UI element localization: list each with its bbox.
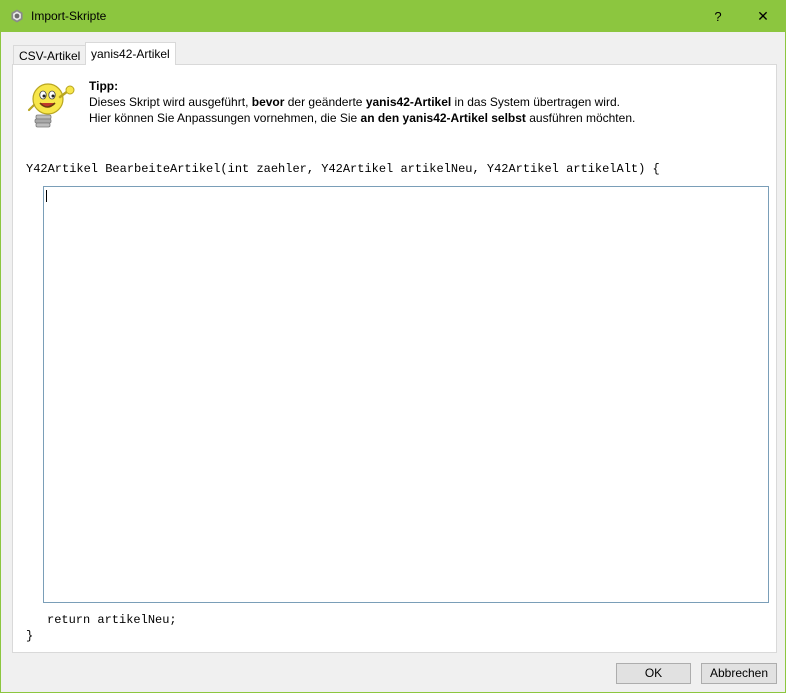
gear-icon [11,9,23,23]
script-editor[interactable] [43,186,769,603]
cancel-button[interactable]: Abbrechen [701,663,777,684]
title-bar[interactable]: Import-Skripte ? ✕ [1,1,785,32]
tip-text-line-2: Hier können Sie Anpassungen vornehmen, d… [89,111,636,125]
lightbulb-mascot-icon [27,83,75,128]
method-signature: Y42Artikel BearbeiteArtikel(int zaehler,… [26,162,660,176]
window-title: Import-Skripte [31,9,107,23]
tab-csv-artikel[interactable]: CSV-Artikel [13,45,87,66]
tab-yanis42-artikel[interactable]: yanis42-Artikel [85,42,176,65]
text-caret [46,190,47,202]
return-statement: return artikelNeu; [47,613,177,627]
tip-text-line-1: Dieses Skript wird ausgeführt, bevor der… [89,95,620,109]
close-button[interactable]: ✕ [746,1,780,32]
import-skripte-dialog: Import-Skripte ? ✕ CSV-Artikel yanis42-A… [0,0,786,693]
tab-panel-yanis42-artikel: Tipp: Dieses Skript wird ausgeführt, bev… [12,64,777,653]
closing-brace: } [26,629,34,643]
tip-title: Tipp: [89,79,119,93]
help-button[interactable]: ? [702,1,734,32]
ok-button[interactable]: OK [616,663,691,684]
